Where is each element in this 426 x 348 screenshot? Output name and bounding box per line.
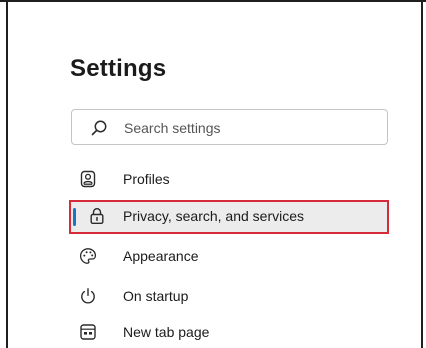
sidebar-item-on-startup[interactable]: On startup [69,280,389,312]
search-placeholder: Search settings [124,120,221,136]
sidebar-item-label: Appearance [123,248,199,264]
search-icon [91,120,107,136]
search-input[interactable]: Search settings [71,109,388,145]
window-border-top [0,0,426,2]
sidebar-item-label: New tab page [123,324,210,340]
sidebar-item-label: Privacy, search, and services [123,208,305,224]
sidebar-item-profiles[interactable]: Profiles [69,163,389,195]
lock-icon [90,208,104,225]
sidebar-item-label: Profiles [123,171,170,187]
window-border-left [6,0,8,348]
page-title: Settings [70,55,167,82]
palette-icon [79,248,97,264]
sidebar-item-new-tab-page[interactable]: New tab page [69,316,389,348]
sidebar-item-privacy[interactable]: Privacy, search, and services [69,200,389,234]
sidebar-item-label: On startup [123,288,189,304]
window-border-right [421,0,423,348]
selected-indicator [73,208,76,226]
profile-icon [80,170,96,188]
power-icon [81,288,95,304]
sidebar-item-appearance[interactable]: Appearance [69,240,389,272]
settings-window: Settings Search settings Profiles Privac… [0,0,426,348]
new-tab-page-icon [80,324,96,340]
